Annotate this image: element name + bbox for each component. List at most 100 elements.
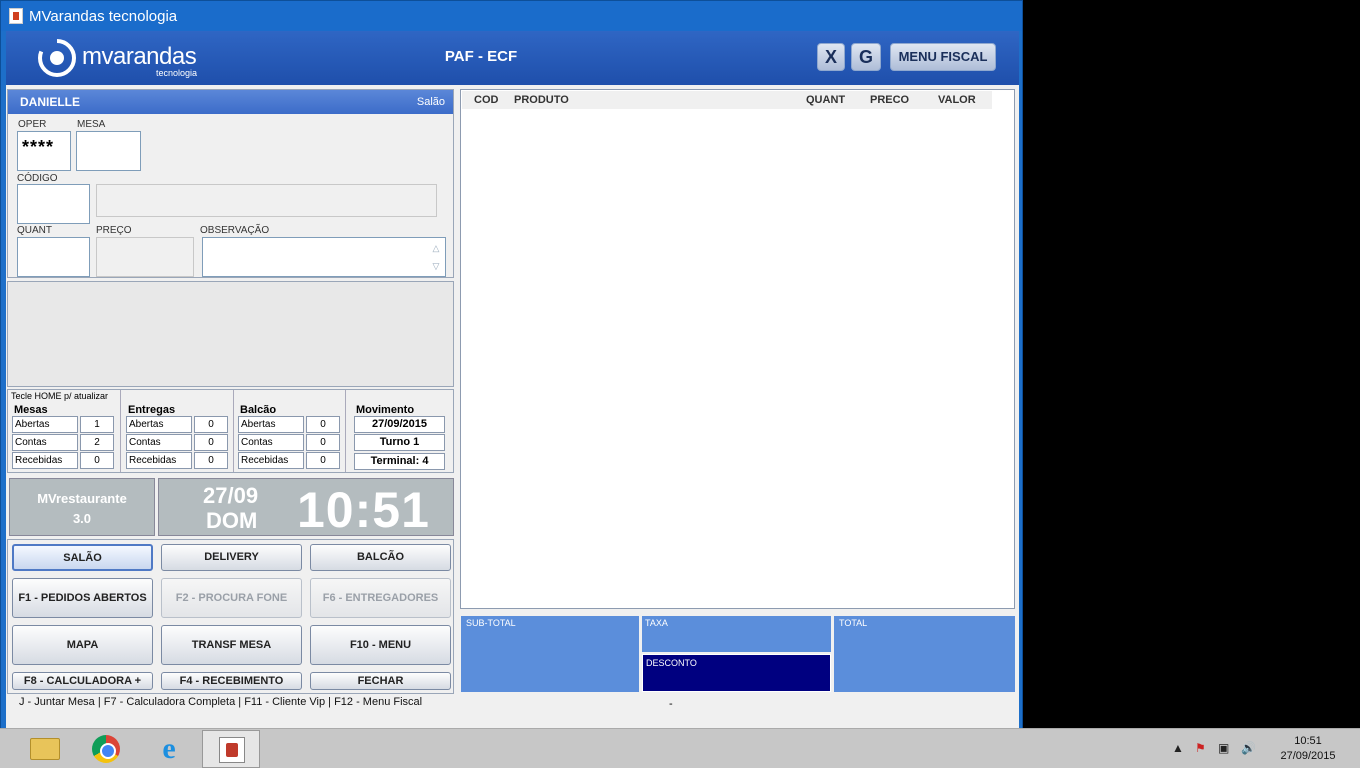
volume-icon[interactable]: 🔊 [1241,741,1256,755]
taskbar-time: 10:51 [1294,735,1322,747]
mesas-label-0: Abertas [12,416,78,433]
grid-header: COD PRODUTO QUANT PRECO VALOR [462,91,992,109]
codigo-field[interactable] [17,184,90,224]
mesa-label: MESA [77,119,106,130]
taskbar-mvarandas[interactable] [202,730,260,768]
quant-label: QUANT [17,225,52,236]
subtotal-box: SUB-TOTAL [461,616,639,692]
preco-field [96,237,194,277]
order-card: DANIELLE Salão OPER **** MESA CÓDIGO QUA… [7,89,454,278]
clock-date: 27/09 [203,483,259,508]
mapa-button[interactable]: MAPA [12,625,153,665]
oper-field[interactable]: **** [17,131,71,171]
movimento-date: 27/09/2015 [354,416,445,433]
total-box: TOTAL [834,616,1015,692]
delivery-button[interactable]: DELIVERY [161,544,302,571]
f1-pedidos-abertos-button[interactable]: F1 - PEDIDOS ABERTOS [12,578,153,618]
mesas-value-2: 0 [80,452,114,469]
codigo-label: CÓDIGO [17,173,58,184]
title-bar[interactable]: MVarandas tecnologia [1,1,1022,31]
network-icon[interactable]: ▣ [1218,741,1229,755]
f2-procura-fone-button[interactable]: F2 - PROCURA FONE [161,578,302,618]
mesas-value-0: 1 [80,416,114,433]
mesas-value-1: 2 [80,434,114,451]
col-cod: COD [474,94,499,106]
brand-version: 3.0 [72,511,92,526]
entregas-label-0: Abertas [126,416,192,433]
balcao-value-1: 0 [306,434,340,451]
salao-button[interactable]: SALÃO [12,544,153,571]
quant-field[interactable] [17,237,90,277]
client-area: mvarandas tecnologia PAF - ECF X G MENU … [6,31,1019,731]
balcao-button[interactable]: BALCÃO [310,544,451,571]
balcao-label-1: Contas [238,434,304,451]
order-header: DANIELLE Salão [8,90,453,114]
obs-label: OBSERVAÇÃO [200,225,270,236]
logo-word: mvarandas [82,43,197,70]
entregas-group: Entregas Abertas 0 Contas 0 Recebidas 0 [122,390,234,472]
balcao-title: Balcão [240,404,277,416]
preco-label: PREÇO [96,225,132,236]
app-name: PAF - ECF [444,48,518,65]
taskbar-chrome[interactable] [78,730,136,768]
logo-sub: tecnologia [156,68,198,78]
status-dash: - [669,698,673,710]
obs-field[interactable]: △ ▽ [202,237,446,277]
scroll-down-icon[interactable]: ▽ [428,257,444,275]
entregas-label-2: Recebidas [126,452,192,469]
taskbar: e ▲ ⚑ ▣ 🔊 10:51 27/09/2015 [0,728,1360,768]
obs-scrollbar[interactable]: △ ▽ [428,239,444,276]
button-panel: SALÃO DELIVERY BALCÃO F1 - PEDIDOS ABERT… [7,539,454,694]
entregas-value-1: 0 [194,434,228,451]
oper-value: **** [22,137,55,157]
clock-dow: DOM [206,508,258,533]
taskbar-ie[interactable]: e [140,730,198,768]
g-button[interactable]: G [851,43,881,71]
logo-swirl-icon [38,39,76,77]
col-quant: QUANT [806,94,846,106]
movimento-turno: Turno 1 [354,434,445,451]
x-button[interactable]: X [817,43,845,71]
taskbar-clock[interactable]: 10:51 27/09/2015 [1268,734,1348,764]
transf-mesa-button[interactable]: TRANSF MESA [161,625,302,665]
app-icon [9,8,23,24]
f10-menu-button[interactable]: F10 - MENU [310,625,451,665]
balcao-label-0: Abertas [238,416,304,433]
taxa-label: TAXA [645,618,668,628]
brand-name: MVrestaurante [37,491,127,506]
mesas-label-2: Recebidas [12,452,78,469]
screen: MVarandas tecnologia mvarandas tecnologi… [0,0,1360,768]
clock-time: 10:51 [297,482,430,538]
f8-calculadora-button[interactable]: F8 - CALCULADORA + [12,672,153,690]
taskbar-explorer[interactable] [16,730,74,768]
action-center-flag-icon[interactable]: ⚑ [1195,741,1206,755]
f6-entregadores-button[interactable]: F6 - ENTREGADORES [310,578,451,618]
menu-fiscal-button[interactable]: MENU FISCAL [890,43,996,71]
balcao-value-0: 0 [306,416,340,433]
balcao-label-2: Recebidas [238,452,304,469]
customer-name: DANIELLE [20,95,80,109]
entregas-value-0: 0 [194,416,228,433]
total-label: TOTAL [839,618,868,628]
mesas-label-1: Contas [12,434,78,451]
mesa-field[interactable] [76,131,141,171]
app-header: mvarandas tecnologia PAF - ECF X G MENU … [6,31,1019,85]
movimento-title: Movimento [356,404,415,416]
entregas-title: Entregas [128,404,176,416]
mvarandas-logo: mvarandas tecnologia [38,39,208,79]
items-grid[interactable]: COD PRODUTO QUANT PRECO VALOR [460,89,1015,609]
balcao-value-2: 0 [306,452,340,469]
fechar-button[interactable]: FECHAR [310,672,451,690]
movimento-group: Movimento 27/09/2015 Turno 1 Terminal: 4 [347,390,453,472]
scroll-up-icon[interactable]: △ [428,239,444,257]
col-valor: VALOR [938,94,976,106]
desconto-box: DESCONTO [642,654,831,692]
taxa-box: TAXA [642,616,831,652]
message-area [7,281,454,387]
entregas-value-2: 0 [194,452,228,469]
f4-recebimento-button[interactable]: F4 - RECEBIMENTO [161,672,302,690]
mvarandas-app-icon [219,737,245,763]
show-hidden-icons-icon[interactable]: ▲ [1172,741,1184,755]
shortcut-hints: J - Juntar Mesa | F7 - Calculadora Compl… [19,696,423,708]
brand-box: MVrestaurante 3.0 [9,478,155,536]
